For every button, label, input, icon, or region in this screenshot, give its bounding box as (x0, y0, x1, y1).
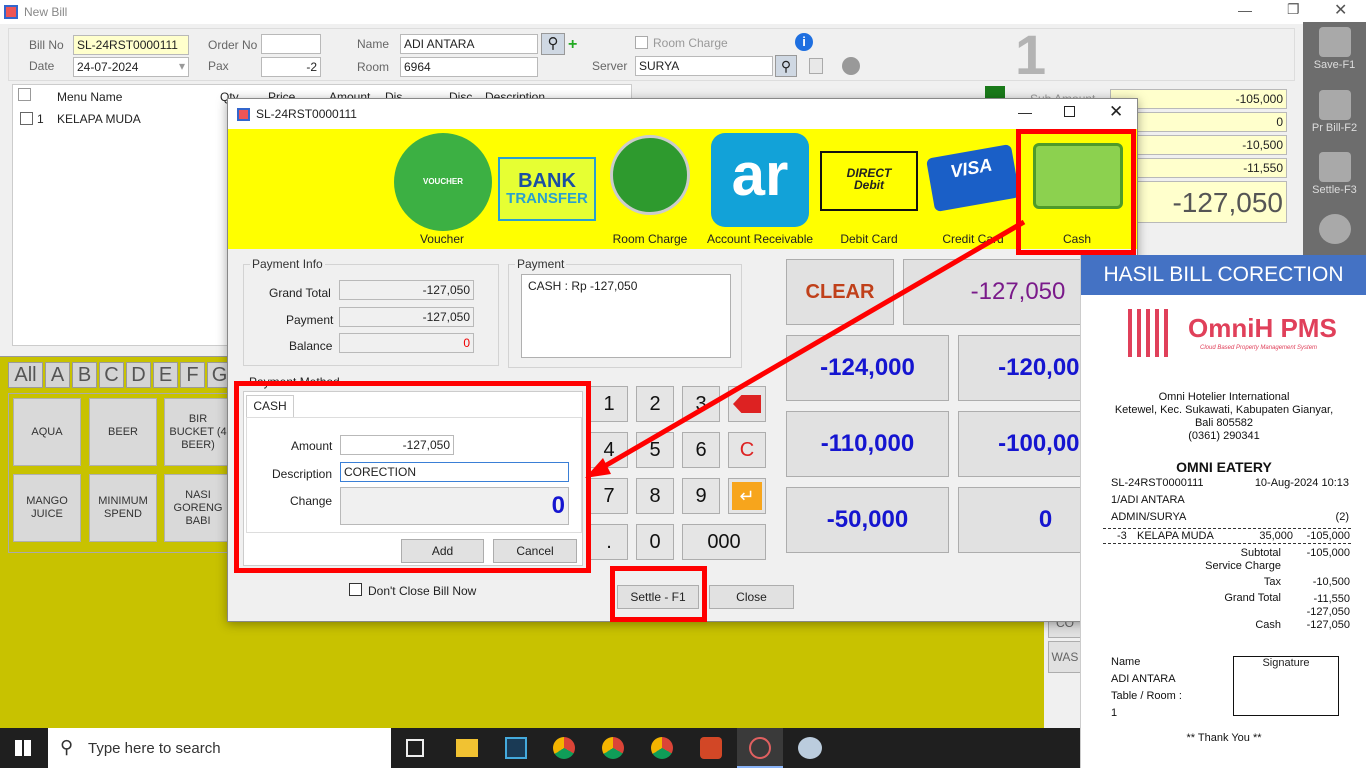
receipt-date: 10-Aug-2024 10:13 (1254, 477, 1349, 489)
receipt-thanks: ** Thank You ** (1186, 732, 1262, 744)
receipt-phone: (0361) 290341 (1188, 430, 1260, 442)
receipt-table: 1 (1111, 707, 1118, 719)
arrow-head (585, 458, 611, 478)
receipt-item-name: KELAPA MUDA (1137, 530, 1214, 542)
signature-label: Signature (1262, 657, 1310, 669)
receipt-item-amount: -105,000 (1306, 530, 1350, 542)
receipt-grand: -127,050 (1306, 606, 1350, 618)
receipt-company: Omni Hotelier International (1158, 391, 1290, 403)
receipt-divider-bottom (1103, 543, 1351, 544)
receipt-divider-top (1103, 528, 1351, 529)
receipt-tax-label: Tax (1263, 576, 1281, 588)
receipt-subtotal: -105,000 (1306, 547, 1350, 559)
receipt-cash-label: Cash (1255, 619, 1281, 631)
omnih-logo: OmniH PMS Cloud Based Property Managemen… (1128, 305, 1340, 365)
receipt-header: HASIL BILL CORECTION (1081, 255, 1366, 295)
receipt-outlet: OMNI EATERY (1176, 459, 1272, 475)
signature-box: Signature (1233, 656, 1339, 716)
receipt-table-label: Table / Room : (1111, 690, 1182, 702)
receipt-tax: -11,550 (1313, 593, 1351, 605)
logo-mark-icon (1128, 309, 1170, 357)
receipt-grand-label: Grand Total (1224, 592, 1281, 604)
receipt-name-label: Name (1111, 656, 1141, 668)
receipt-pax: (2) (1335, 511, 1349, 523)
receipt-item-qty: -3 (1117, 530, 1127, 542)
receipt-address-1: Ketewel, Kec. Sukawati, Kabupaten Gianya… (1114, 404, 1334, 416)
receipt-bill-no: SL-24RST0000111 (1111, 477, 1204, 489)
logo-text: OmniH PMS (1188, 313, 1337, 343)
receipt-guest: 1/ADI ANTARA (1111, 494, 1185, 506)
receipt-subtotal-label: Subtotal (1240, 547, 1281, 559)
receipt-address-2: Bali 805582 (1194, 417, 1254, 429)
receipt-cash: -127,050 (1306, 619, 1350, 631)
receipt-service-label: Service Charge (1205, 560, 1281, 572)
arrow-line (596, 219, 1026, 473)
receipt-item-price: 35,000 (1259, 530, 1293, 542)
receipt-service: -10,500 (1312, 576, 1350, 588)
receipt-name: ADI ANTARA (1111, 673, 1176, 685)
receipt-staff: ADMIN/SURYA (1111, 511, 1187, 523)
receipt-panel: HASIL BILL CORECTION OmniH PMS Cloud Bas… (1080, 255, 1366, 768)
logo-subtext: Cloud Based Property Management System (1200, 345, 1318, 351)
